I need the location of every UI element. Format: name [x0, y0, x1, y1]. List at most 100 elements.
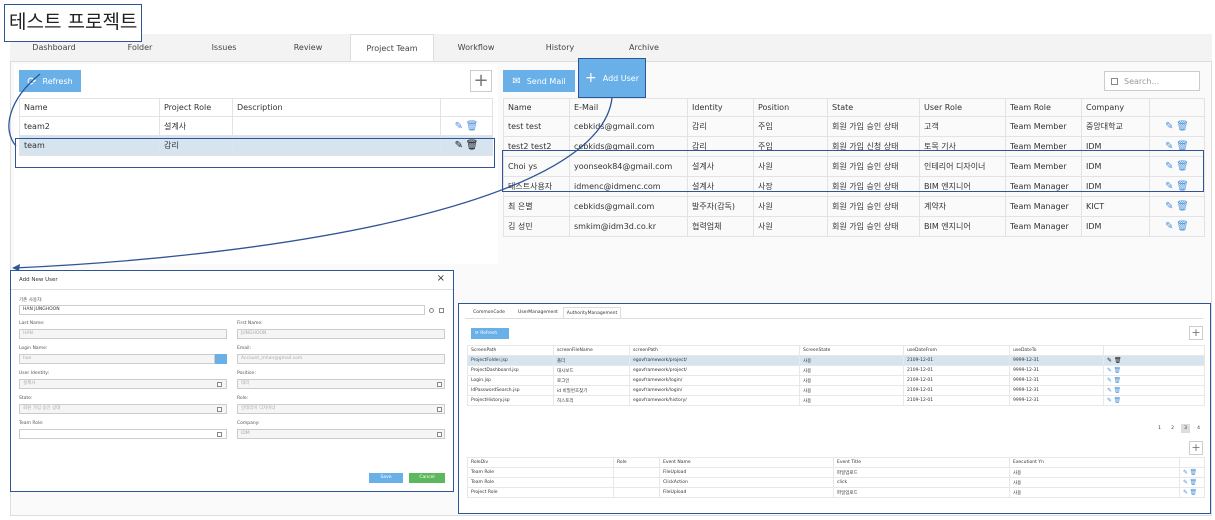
- email-input[interactable]: Account_mhan@gmail.com: [237, 354, 445, 364]
- trash-icon[interactable]: 🗑: [1113, 367, 1121, 374]
- existing-user-input[interactable]: HAN JUNGHOON: [19, 305, 425, 315]
- refresh-icon: ⟳: [475, 331, 479, 336]
- table-row[interactable]: IdPasswordSearch.jsp id 비밀번호찾기 egovframewo…: [467, 385, 1205, 396]
- cell: click: [833, 477, 1010, 488]
- clear-icon[interactable]: [429, 308, 434, 313]
- event-table: RoleDiv Role Event Name Event Title Executio…: [467, 457, 1205, 498]
- table-row[interactable]: ProjectDashboard.jsp 대시보드 egovframework/pr…: [467, 365, 1205, 376]
- col-header: ScreenPath: [467, 345, 554, 356]
- edit-icon[interactable]: ✎: [1107, 397, 1112, 404]
- admin-subpanel: CommonCode UserManagement AuthorityManag…: [458, 303, 1211, 514]
- table-row[interactable]: Project Role FileUpload 파일업로드 사용 ✎ 🗑: [467, 487, 1205, 498]
- cell: [613, 477, 660, 488]
- cell: 9999-12-31: [1009, 355, 1104, 366]
- table-row[interactable]: Team Role ClickAction click 사용 ✎ 🗑: [467, 477, 1205, 488]
- page-4[interactable]: 4: [1194, 424, 1203, 433]
- position-select[interactable]: 대리: [237, 379, 445, 389]
- edit-icon[interactable]: ✎: [1183, 479, 1188, 486]
- cell: 사용: [1009, 467, 1180, 478]
- page-1[interactable]: 1: [1155, 424, 1164, 433]
- cell: 2109-12-01: [903, 375, 1010, 386]
- table-row-selected[interactable]: ProjectFolder.jsp 폴더 egovframework/project…: [467, 355, 1205, 366]
- team-role-checkbox[interactable]: [217, 432, 222, 437]
- table-row[interactable]: ProjectHistory.jsp 히스토리 egovframework/hist…: [467, 395, 1205, 406]
- existing-user-label: 기존 사용자:: [19, 298, 43, 303]
- edit-icon[interactable]: ✎: [1107, 367, 1112, 374]
- cell: 9999-12-31: [1009, 395, 1104, 406]
- screen-table: ScreenPath screenFileName screenPath Screen…: [467, 345, 1205, 406]
- cell: 9999-12-31: [1009, 385, 1104, 396]
- close-icon[interactable]: ×: [437, 273, 445, 284]
- table-row[interactable]: Login.jsp 로그인 egovframework/login/사용 2109-1…: [467, 375, 1205, 386]
- trash-icon[interactable]: 🗑: [1114, 357, 1122, 364]
- cell: 사용: [799, 395, 904, 406]
- first-name-input[interactable]: JUNGHOON: [237, 329, 445, 339]
- project-title: 테스트 프로젝트: [4, 4, 143, 42]
- cancel-button[interactable]: Cancel: [409, 473, 445, 483]
- trash-icon[interactable]: 🗑: [1189, 479, 1197, 486]
- position-checkbox[interactable]: [437, 382, 442, 387]
- email-label: Email:: [237, 346, 252, 351]
- cell: 대시보드: [553, 365, 630, 376]
- tab-user-management[interactable]: UserManagement: [513, 307, 563, 318]
- company-checkbox[interactable]: [437, 432, 442, 437]
- page-2[interactable]: 2: [1168, 424, 1177, 433]
- login-name-input[interactable]: han: [19, 354, 215, 364]
- team-role-label: Team Role:: [19, 421, 44, 426]
- edit-icon[interactable]: ✎: [1183, 469, 1188, 476]
- team-role-select[interactable]: [19, 429, 227, 439]
- edit-icon[interactable]: ✎: [1183, 489, 1188, 496]
- company-select[interactable]: IDM: [237, 429, 445, 439]
- edit-icon[interactable]: ✎: [1107, 357, 1112, 364]
- col-header: useDateFrom: [903, 345, 1010, 356]
- sub-tabs: CommonCode UserManagement AuthorityManag…: [465, 307, 1203, 319]
- cell: 파일업로드: [833, 487, 1010, 498]
- trash-icon[interactable]: 🗑: [1189, 469, 1197, 476]
- cell: egovframework/project/: [629, 355, 800, 366]
- last-name-input[interactable]: HAN: [19, 329, 227, 339]
- identity-label: User Identity:: [19, 371, 50, 376]
- cell: 히스토리: [553, 395, 630, 406]
- identity-checkbox[interactable]: [217, 382, 222, 387]
- role-checkbox[interactable]: [437, 407, 442, 412]
- save-button[interactable]: Save: [369, 473, 403, 483]
- trash-icon[interactable]: 🗑: [1189, 489, 1197, 496]
- add-user-modal: Add New User × 기존 사용자: HAN JUNGHOON Last…: [10, 270, 454, 492]
- sub-refresh-button[interactable]: ⟳ Refresh: [471, 328, 509, 339]
- trash-icon[interactable]: 🗑: [1113, 387, 1121, 394]
- col-header: Event Name: [659, 457, 834, 468]
- trash-icon[interactable]: 🗑: [1113, 377, 1121, 384]
- position-label: Position:: [237, 371, 257, 376]
- tab-common-code[interactable]: CommonCode: [465, 307, 513, 318]
- sub-add-button[interactable]: +: [1189, 326, 1203, 340]
- col-header: RoleDiv: [467, 457, 614, 468]
- table-row[interactable]: Team Role FileUpload 파일업로드 사용 ✎ 🗑: [467, 467, 1205, 478]
- event-add-button[interactable]: +: [1189, 441, 1203, 455]
- tab-authority-management[interactable]: AuthorityManagement: [563, 307, 621, 318]
- cell: Team Role: [467, 477, 614, 488]
- edit-icon[interactable]: ✎: [1107, 387, 1112, 394]
- plus-icon: +: [1191, 441, 1201, 454]
- col-header-actions: [1103, 345, 1205, 356]
- cell: ClickAction: [659, 477, 834, 488]
- search-icon[interactable]: [215, 354, 227, 364]
- login-name-label: Login Name:: [19, 346, 48, 351]
- cell: egovframework/login/: [629, 375, 800, 386]
- page-3[interactable]: 3: [1181, 424, 1190, 433]
- col-header: screenPath: [629, 345, 800, 356]
- sub-refresh-label: Refresh: [480, 331, 498, 336]
- col-header: Executiont Yn: [1009, 457, 1180, 468]
- arrow-left: [8, 73, 41, 147]
- role-select[interactable]: 인테리어 디자이너: [237, 404, 445, 414]
- identity-select[interactable]: 설계사: [19, 379, 227, 389]
- existing-user-checkbox[interactable]: [439, 308, 444, 313]
- edit-icon[interactable]: ✎: [1107, 377, 1112, 384]
- col-header: Role: [613, 457, 660, 468]
- pagination: 1 2 3 4: [1155, 424, 1203, 433]
- first-name-label: First Name:: [237, 321, 263, 326]
- state-checkbox[interactable]: [217, 407, 222, 412]
- state-select[interactable]: 회원 가입 승인 상태: [19, 404, 227, 414]
- trash-icon[interactable]: 🗑: [1113, 397, 1121, 404]
- cell: [613, 487, 660, 498]
- cell: ProjectFolder.jsp: [467, 355, 554, 366]
